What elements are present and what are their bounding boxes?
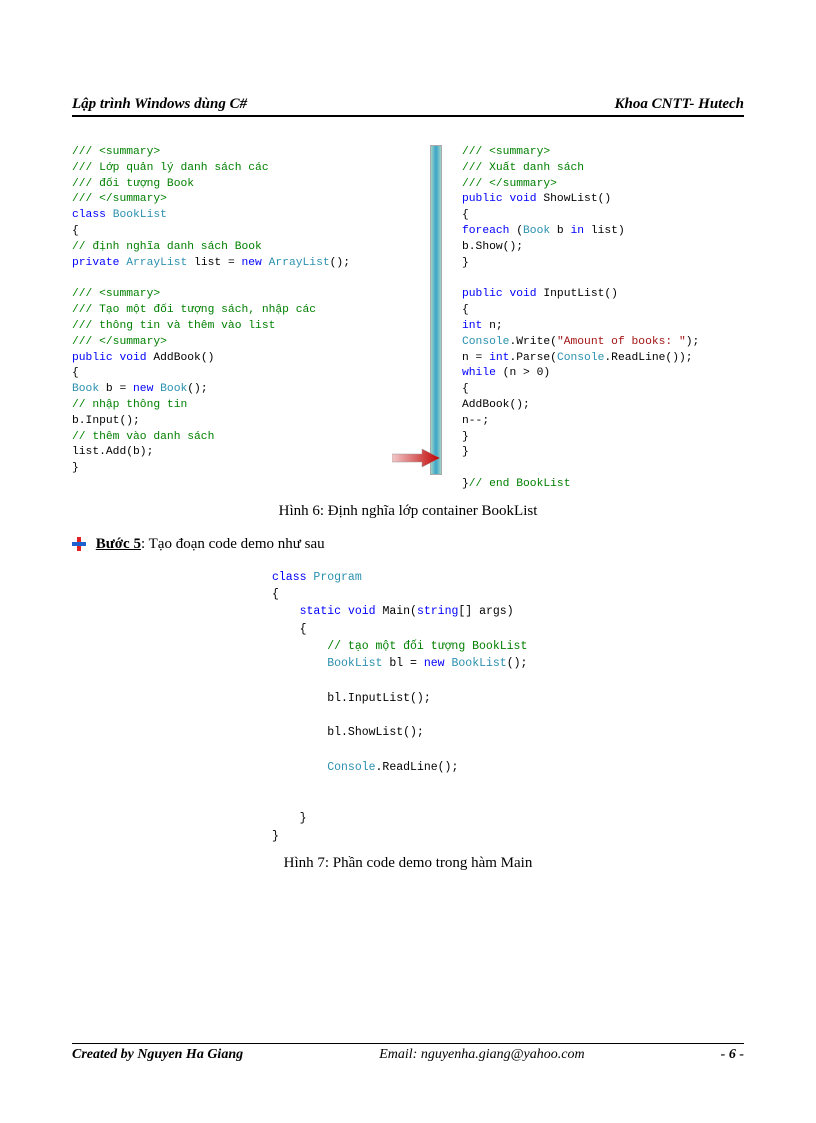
code-line: public void AddBook() [72,351,382,367]
code-line: /// </summary> [462,177,744,193]
code-line: } [462,256,744,272]
code-line: BookList bl = new BookList(); [272,655,744,672]
divider [392,145,452,493]
footer-email: Email: nguyenha.giang@yahoo.com [379,1047,584,1063]
code-line: public void ShowList() [462,192,744,208]
code-line: { [272,621,744,638]
header-left: Lập trình Windows dùng C# [72,96,247,113]
code-line: // thêm vào danh sách [72,430,382,446]
code-line: /// Tạo một đối tượng sách, nhập các [72,303,382,319]
arrow-icon [392,445,442,478]
code-line: { [272,586,744,603]
code-line [462,272,744,288]
code-line: /// </summary> [72,335,382,351]
code-line: /// <summary> [72,287,382,303]
code-line: } [462,430,744,446]
code-line [272,741,744,758]
code-line: while (n > 0) [462,366,744,382]
code-line [272,672,744,689]
code-line: Book b = new Book(); [72,382,382,398]
code-line: int n; [462,319,744,335]
code-line: class Program [272,569,744,586]
vertical-bar-icon [430,145,442,475]
code-line: } [462,445,744,461]
code-line: { [72,224,382,240]
figure-7-caption: Hình 7: Phần code demo trong hàm Main [72,855,744,872]
code-line: n--; [462,414,744,430]
code-left-column: /// <summary>/// Lớp quản lý danh sách c… [72,145,382,493]
code-line [272,707,744,724]
code-line: } [272,828,744,845]
code-line [272,776,744,793]
page-header: Lập trình Windows dùng C# Khoa CNTT- Hut… [72,96,744,117]
code-line: /// đối tượng Book [72,177,382,193]
code-line: list.Add(b); [72,445,382,461]
code-line: }// end BookList [462,477,744,493]
code-figure-6: /// <summary>/// Lớp quản lý danh sách c… [72,145,744,493]
code-line: static void Main(string[] args) [272,603,744,620]
code-line: Console.ReadLine(); [272,759,744,776]
code-line: public void InputList() [462,287,744,303]
footer-author: Created by Nguyen Ha Giang [72,1047,243,1063]
code-line: private ArrayList list = new ArrayList()… [72,256,382,272]
code-line: /// Lớp quản lý danh sách các [72,161,382,177]
code-line: // định nghĩa danh sách Book [72,240,382,256]
code-line: // tạo một đối tượng BookList [272,638,744,655]
code-right-column: /// <summary> /// Xuất danh sách /// </s… [462,145,744,493]
code-line: /// <summary> [462,145,744,161]
footer-page: - 6 - [721,1047,744,1063]
code-figure-7: class Program{ static void Main(string[]… [272,569,744,845]
code-line: n = int.Parse(Console.ReadLine()); [462,351,744,367]
code-line: AddBook(); [462,398,744,414]
code-line: b.Input(); [72,414,382,430]
code-line: b.Show(); [462,240,744,256]
code-line: } [72,461,382,477]
code-line [272,793,744,810]
code-line [72,272,382,288]
plus-bullet-icon [72,537,86,551]
code-line: { [462,382,744,398]
code-line: { [462,303,744,319]
code-line: { [72,366,382,382]
code-line: bl.InputList(); [272,690,744,707]
code-line [462,461,744,477]
code-line: /// Xuất danh sách [462,161,744,177]
step-5: Bước 5: Tạo đoạn code demo như sau [72,536,744,553]
code-line: { [462,208,744,224]
page-footer: Created by Nguyen Ha Giang Email: nguyen… [72,1043,744,1063]
code-line: bl.ShowList(); [272,724,744,741]
code-line: } [272,810,744,827]
figure-6-caption: Hình 6: Định nghĩa lớp container BookLis… [72,503,744,520]
code-line: class BookList [72,208,382,224]
code-line: Console.Write("Amount of books: "); [462,335,744,351]
step-text: : Tạo đoạn code demo như sau [141,536,325,552]
code-line: /// <summary> [72,145,382,161]
code-line: // nhập thông tin [72,398,382,414]
step-label: Bước 5 [96,536,141,552]
code-line: /// thông tin và thêm vào list [72,319,382,335]
header-right: Khoa CNTT- Hutech [615,96,744,113]
code-line: /// </summary> [72,192,382,208]
code-line: foreach (Book b in list) [462,224,744,240]
